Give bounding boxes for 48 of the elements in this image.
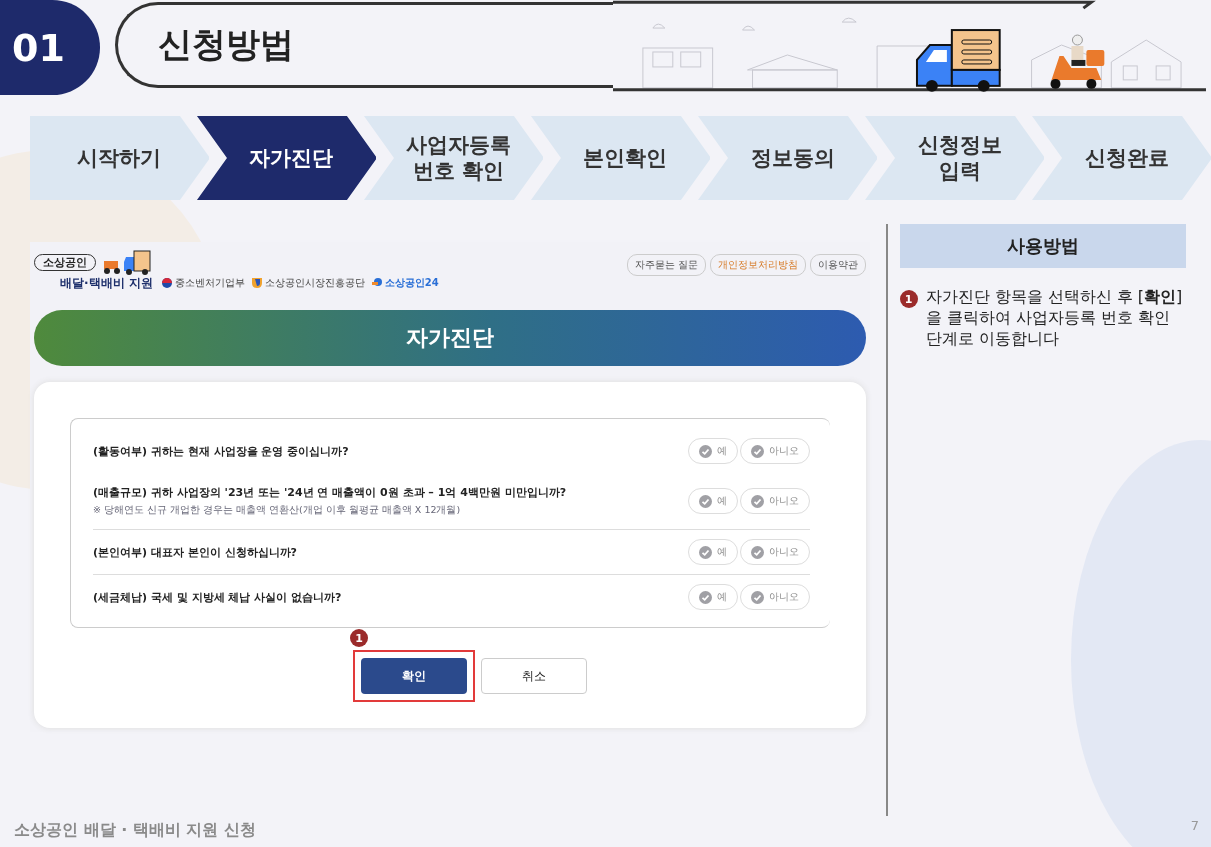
answer-option[interactable]: 예 <box>688 488 738 514</box>
step-tab[interactable]: 자가진단 <box>196 116 376 200</box>
usage-description: 자가진단 항목을 선택하신 후 [확인]을 클릭하여 사업자등록 번호 확인 단계로 이동합니다 <box>925 287 1184 350</box>
step-tab[interactable]: 본인확인 <box>531 116 710 200</box>
header-link[interactable]: 자주묻는 질문 <box>626 254 706 277</box>
agency-name: 소상공인시장진흥공단 <box>264 276 365 291</box>
step-tab[interactable]: 신청정보 입력 <box>865 116 1045 200</box>
question-text: (매출규모) 귀하 사업장의 '23년 또는 '24년 연 매출액이 0원 초과 – 1억 4백만원 미만입니까? <box>93 485 568 500</box>
banner-title: 자가진단 <box>406 324 494 353</box>
confirm-button[interactable]: 확인 <box>361 658 467 694</box>
page-number: 7 <box>1190 818 1199 833</box>
step-marker: 1 <box>899 290 918 308</box>
shield-icon <box>250 277 263 290</box>
header-link[interactable]: 이용약관 <box>810 254 866 277</box>
usage-title: 사용방법 <box>899 224 1186 268</box>
question-text: (활동여부) 귀하는 현재 사업장을 운영 중이십니까? <box>93 443 350 459</box>
taegeuk-icon <box>160 277 173 290</box>
answer-option[interactable]: 예 <box>688 438 738 464</box>
step-marker: 1 <box>350 629 368 647</box>
answer-option[interactable]: 아니오 <box>740 488 810 514</box>
section-number: 01 <box>0 0 100 95</box>
footer-title: 소상공인 배달 · 택배비 지원 신청 <box>14 820 256 841</box>
question-text: (본인여부) 대표자 본인이 신청하십니까? <box>93 544 298 560</box>
answer-option[interactable]: 아니오 <box>740 438 810 464</box>
step-tab[interactable]: 시작하기 <box>30 116 209 200</box>
check-icon <box>751 545 764 559</box>
agency-name: 소상공인24 <box>384 276 439 291</box>
step-tab[interactable]: 사업자등록 번호 확인 <box>363 116 543 200</box>
check-icon <box>751 590 764 604</box>
answer-option[interactable]: 아니오 <box>740 539 810 565</box>
check-icon <box>751 444 764 458</box>
question-note: ※ 당해연도 신규 개업한 경우는 매출액 연환산(개업 이후 월평균 매출액 X 12개월) <box>93 504 462 517</box>
question-text: (세금체납) 국세 및 지방세 체납 사실이 없습니까? <box>93 589 343 605</box>
logo-title: 배달·택배비 지원 <box>60 275 153 293</box>
step-tab[interactable]: 신청완료 <box>1032 116 1211 200</box>
check-icon <box>699 444 712 458</box>
check-icon <box>699 590 712 604</box>
answer-option[interactable]: 예 <box>688 584 738 610</box>
agency-name: 중소벤처기업부 <box>174 276 245 291</box>
section-title: 신청방법 <box>157 23 294 66</box>
answer-option[interactable]: 예 <box>688 539 738 565</box>
check-icon <box>751 494 764 508</box>
check-icon <box>699 494 712 508</box>
delivery-truck-icon <box>102 249 152 276</box>
cancel-button[interactable]: 취소 <box>481 658 587 694</box>
step-tab[interactable]: 정보동의 <box>698 116 877 200</box>
answer-option[interactable]: 아니오 <box>740 584 810 610</box>
check-icon <box>699 545 712 559</box>
